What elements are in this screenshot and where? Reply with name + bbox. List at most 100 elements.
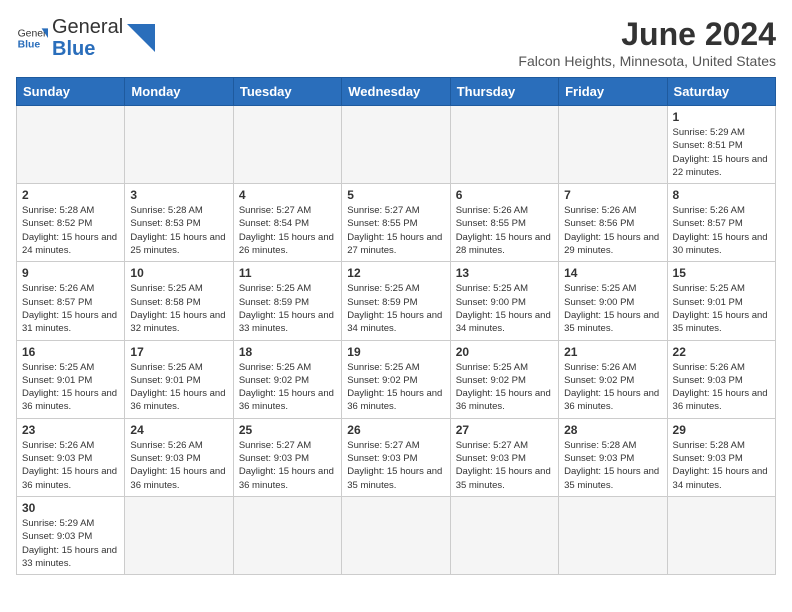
calendar-day-cell: 22Sunrise: 5:26 AM Sunset: 9:03 PM Dayli…	[667, 340, 775, 418]
day-number: 4	[239, 188, 336, 202]
logo: General Blue General Blue	[16, 16, 155, 60]
day-info: Sunrise: 5:25 AM Sunset: 9:01 PM Dayligh…	[673, 282, 770, 335]
day-number: 2	[22, 188, 119, 202]
day-info: Sunrise: 5:25 AM Sunset: 8:59 PM Dayligh…	[347, 282, 444, 335]
day-info: Sunrise: 5:28 AM Sunset: 9:03 PM Dayligh…	[673, 439, 770, 492]
day-number: 27	[456, 423, 553, 437]
day-info: Sunrise: 5:27 AM Sunset: 9:03 PM Dayligh…	[239, 439, 336, 492]
day-number: 24	[130, 423, 227, 437]
day-number: 11	[239, 266, 336, 280]
day-info: Sunrise: 5:26 AM Sunset: 8:57 PM Dayligh…	[22, 282, 119, 335]
day-info: Sunrise: 5:26 AM Sunset: 8:56 PM Dayligh…	[564, 204, 661, 257]
calendar-day-cell: 4 Sunrise: 5:27 AM Sunset: 8:54 PM Daylig…	[233, 184, 341, 262]
day-info: Sunrise: 5:29 AM Sunset: 9:03 PM Dayligh…	[22, 517, 119, 570]
calendar-week-row: 1Sunrise: 5:29 AM Sunset: 8:51 PM Daylig…	[17, 106, 776, 184]
calendar-day-cell: 26 Sunrise: 5:27 AM Sunset: 9:03 PM Dayli…	[342, 418, 450, 496]
day-number: 30	[22, 501, 119, 515]
day-number: 29	[673, 423, 770, 437]
day-number: 16	[22, 345, 119, 359]
day-number: 9	[22, 266, 119, 280]
day-info: Sunrise: 5:26 AM Sunset: 9:02 PM Dayligh…	[564, 361, 661, 414]
page-header: General Blue General Blue June 2024 Falc…	[16, 16, 776, 69]
calendar-day-cell: 15Sunrise: 5:25 AM Sunset: 9:01 PM Dayli…	[667, 262, 775, 340]
day-number: 3	[130, 188, 227, 202]
day-number: 26	[347, 423, 444, 437]
calendar-day-cell	[450, 496, 558, 574]
calendar-table: SundayMondayTuesdayWednesdayThursdayFrid…	[16, 77, 776, 575]
calendar-day-cell: 25 Sunrise: 5:27 AM Sunset: 9:03 PM Dayli…	[233, 418, 341, 496]
day-info: Sunrise: 5:25 AM Sunset: 9:02 PM Dayligh…	[347, 361, 444, 414]
calendar-day-cell: 29 Sunrise: 5:28 AM Sunset: 9:03 PM Dayli…	[667, 418, 775, 496]
day-number: 20	[456, 345, 553, 359]
day-info: Sunrise: 5:29 AM Sunset: 8:51 PM Dayligh…	[673, 126, 770, 179]
calendar-day-cell: 19 Sunrise: 5:25 AM Sunset: 9:02 PM Dayli…	[342, 340, 450, 418]
calendar-day-cell: 24 Sunrise: 5:26 AM Sunset: 9:03 PM Dayli…	[125, 418, 233, 496]
weekday-header-saturday: Saturday	[667, 78, 775, 106]
day-info: Sunrise: 5:25 AM Sunset: 9:01 PM Dayligh…	[22, 361, 119, 414]
calendar-day-cell: 7 Sunrise: 5:26 AM Sunset: 8:56 PM Daylig…	[559, 184, 667, 262]
logo-triangle-icon	[127, 24, 155, 52]
day-info: Sunrise: 5:27 AM Sunset: 8:55 PM Dayligh…	[347, 204, 444, 257]
weekday-header-sunday: Sunday	[17, 78, 125, 106]
calendar-day-cell: 23 Sunrise: 5:26 AM Sunset: 9:03 PM Dayli…	[17, 418, 125, 496]
day-info: Sunrise: 5:28 AM Sunset: 8:52 PM Dayligh…	[22, 204, 119, 257]
day-number: 25	[239, 423, 336, 437]
day-info: Sunrise: 5:28 AM Sunset: 8:53 PM Dayligh…	[130, 204, 227, 257]
day-info: Sunrise: 5:25 AM Sunset: 9:00 PM Dayligh…	[564, 282, 661, 335]
day-info: Sunrise: 5:25 AM Sunset: 8:58 PM Dayligh…	[130, 282, 227, 335]
calendar-day-cell: 17Sunrise: 5:25 AM Sunset: 9:01 PM Dayli…	[125, 340, 233, 418]
day-number: 10	[130, 266, 227, 280]
calendar-day-cell	[233, 496, 341, 574]
calendar-day-cell: 9 Sunrise: 5:26 AM Sunset: 8:57 PM Daylig…	[17, 262, 125, 340]
day-number: 6	[456, 188, 553, 202]
day-info: Sunrise: 5:25 AM Sunset: 9:02 PM Dayligh…	[239, 361, 336, 414]
calendar-week-row: 16 Sunrise: 5:25 AM Sunset: 9:01 PM Dayli…	[17, 340, 776, 418]
day-info: Sunrise: 5:25 AM Sunset: 9:01 PM Dayligh…	[130, 361, 227, 414]
calendar-header-row: SundayMondayTuesdayWednesdayThursdayFrid…	[17, 78, 776, 106]
calendar-day-cell	[559, 496, 667, 574]
day-number: 19	[347, 345, 444, 359]
day-number: 22	[673, 345, 770, 359]
svg-text:Blue: Blue	[18, 40, 41, 51]
calendar-day-cell: 2 Sunrise: 5:28 AM Sunset: 8:52 PM Daylig…	[17, 184, 125, 262]
day-number: 21	[564, 345, 661, 359]
calendar-day-cell: 6Sunrise: 5:26 AM Sunset: 8:55 PM Daylig…	[450, 184, 558, 262]
day-number: 8	[673, 188, 770, 202]
calendar-day-cell: 14Sunrise: 5:25 AM Sunset: 9:00 PM Dayli…	[559, 262, 667, 340]
calendar-day-cell: 21 Sunrise: 5:26 AM Sunset: 9:02 PM Dayli…	[559, 340, 667, 418]
calendar-day-cell: 30 Sunrise: 5:29 AM Sunset: 9:03 PM Dayli…	[17, 496, 125, 574]
day-info: Sunrise: 5:26 AM Sunset: 9:03 PM Dayligh…	[130, 439, 227, 492]
day-number: 7	[564, 188, 661, 202]
weekday-header-friday: Friday	[559, 78, 667, 106]
calendar-day-cell	[125, 106, 233, 184]
day-info: Sunrise: 5:27 AM Sunset: 9:03 PM Dayligh…	[347, 439, 444, 492]
calendar-day-cell	[125, 496, 233, 574]
calendar-day-cell	[17, 106, 125, 184]
calendar-day-cell: 5 Sunrise: 5:27 AM Sunset: 8:55 PM Daylig…	[342, 184, 450, 262]
day-info: Sunrise: 5:26 AM Sunset: 9:03 PM Dayligh…	[22, 439, 119, 492]
month-title: June 2024	[518, 16, 776, 53]
calendar-week-row: 9 Sunrise: 5:26 AM Sunset: 8:57 PM Daylig…	[17, 262, 776, 340]
calendar-day-cell	[342, 496, 450, 574]
calendar-day-cell: 28Sunrise: 5:28 AM Sunset: 9:03 PM Dayli…	[559, 418, 667, 496]
calendar-day-cell: 18Sunrise: 5:25 AM Sunset: 9:02 PM Dayli…	[233, 340, 341, 418]
day-number: 13	[456, 266, 553, 280]
day-info: Sunrise: 5:27 AM Sunset: 8:54 PM Dayligh…	[239, 204, 336, 257]
logo-blue: Blue	[52, 38, 123, 60]
day-number: 12	[347, 266, 444, 280]
day-info: Sunrise: 5:26 AM Sunset: 8:57 PM Dayligh…	[673, 204, 770, 257]
weekday-header-wednesday: Wednesday	[342, 78, 450, 106]
day-number: 23	[22, 423, 119, 437]
calendar-week-row: 2 Sunrise: 5:28 AM Sunset: 8:52 PM Daylig…	[17, 184, 776, 262]
logo-icon: General Blue	[16, 22, 48, 54]
day-info: Sunrise: 5:25 AM Sunset: 9:00 PM Dayligh…	[456, 282, 553, 335]
calendar-day-cell	[667, 496, 775, 574]
calendar-day-cell: 1Sunrise: 5:29 AM Sunset: 8:51 PM Daylig…	[667, 106, 775, 184]
calendar-day-cell: 16 Sunrise: 5:25 AM Sunset: 9:01 PM Dayli…	[17, 340, 125, 418]
calendar-day-cell: 3 Sunrise: 5:28 AM Sunset: 8:53 PM Daylig…	[125, 184, 233, 262]
day-number: 28	[564, 423, 661, 437]
calendar-day-cell: 13 Sunrise: 5:25 AM Sunset: 9:00 PM Dayli…	[450, 262, 558, 340]
weekday-header-tuesday: Tuesday	[233, 78, 341, 106]
day-number: 5	[347, 188, 444, 202]
calendar-day-cell: 8 Sunrise: 5:26 AM Sunset: 8:57 PM Daylig…	[667, 184, 775, 262]
